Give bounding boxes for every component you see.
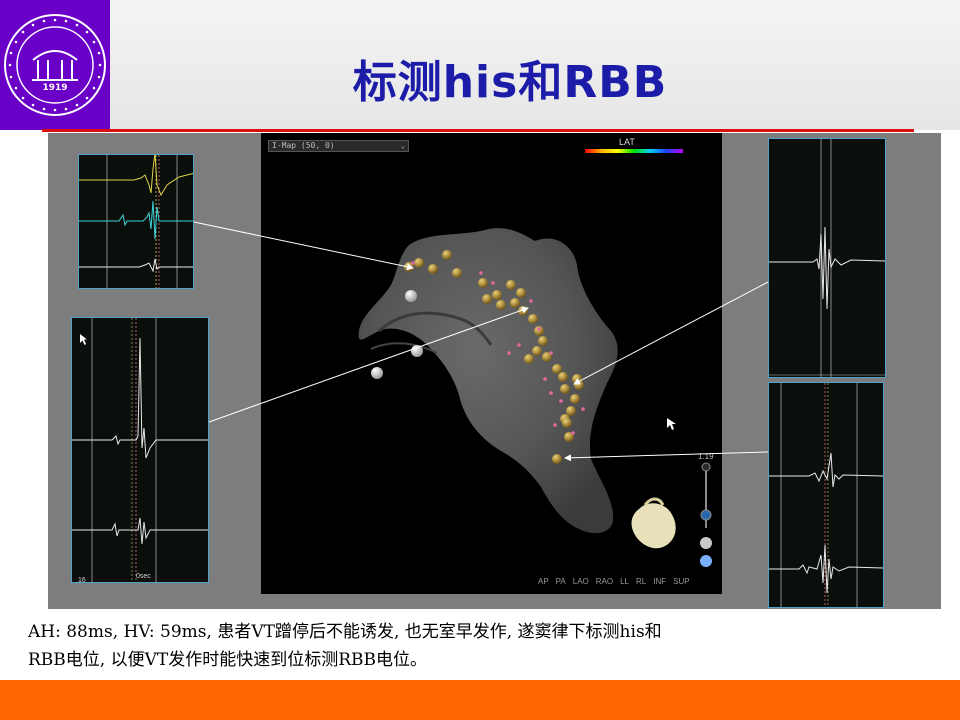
caption-line-1: AH: 88ms, HV: 59ms, 患者VT蹭停后不能诱发, 也无室早发作,…	[28, 622, 662, 642]
map-type-dropdown[interactable]: I-Map (50, 0) ⌄	[268, 140, 409, 152]
heart-anatomy-shell	[358, 228, 712, 567]
slide-title: 标测his和RBB	[352, 57, 668, 108]
electroanatomic-map-view: I-Map (50, 0) ⌄ LAT 1.19 AP PA LAO RAO L…	[261, 133, 722, 594]
view-button-lao[interactable]: LAO	[573, 577, 589, 586]
logo-year: 1919	[42, 83, 68, 93]
view-button-pa[interactable]: PA	[556, 577, 566, 586]
egm-index-label: 16	[78, 577, 86, 583]
footer-band	[0, 680, 960, 720]
chevron-down-icon: ⌄	[400, 142, 405, 150]
lat-legend-label: LAT	[619, 137, 635, 147]
heart-orientation-icon	[631, 497, 676, 549]
view-button-ll[interactable]: LL	[620, 577, 629, 586]
view-button-ap[interactable]: AP	[538, 577, 549, 586]
egm-right-lower-panel	[768, 382, 884, 608]
hospital-logo: 1919	[0, 0, 110, 130]
view-button-inf[interactable]: INF	[653, 577, 666, 586]
view-button-rao[interactable]: RAO	[596, 577, 613, 586]
caption-line-2: RBB电位, 以便VT发作时能快速到位标测RBB电位。	[28, 650, 427, 670]
zoom-slider[interactable]	[700, 462, 712, 567]
view-button-rl[interactable]: RL	[636, 577, 646, 586]
view-button-sup[interactable]: SUP	[673, 577, 689, 586]
egm-time-label: 0sec	[136, 573, 151, 580]
egm-rbb-panel: 0sec 16	[71, 317, 209, 583]
slide-caption: AH: 88ms, HV: 59ms, 患者VT蹭停后不能诱发, 也无室早发作,…	[28, 618, 928, 674]
lat-color-bar	[585, 149, 683, 153]
title-divider	[42, 129, 914, 132]
map-type-value: I-Map (50, 0)	[272, 141, 335, 150]
view-buttons: AP PA LAO RAO LL RL INF SUP	[538, 577, 690, 586]
egm-his-panel	[78, 154, 194, 289]
zoom-readout: 1.19	[698, 452, 714, 461]
egm-right-upper-panel	[768, 138, 886, 378]
map-cursor	[667, 418, 676, 430]
